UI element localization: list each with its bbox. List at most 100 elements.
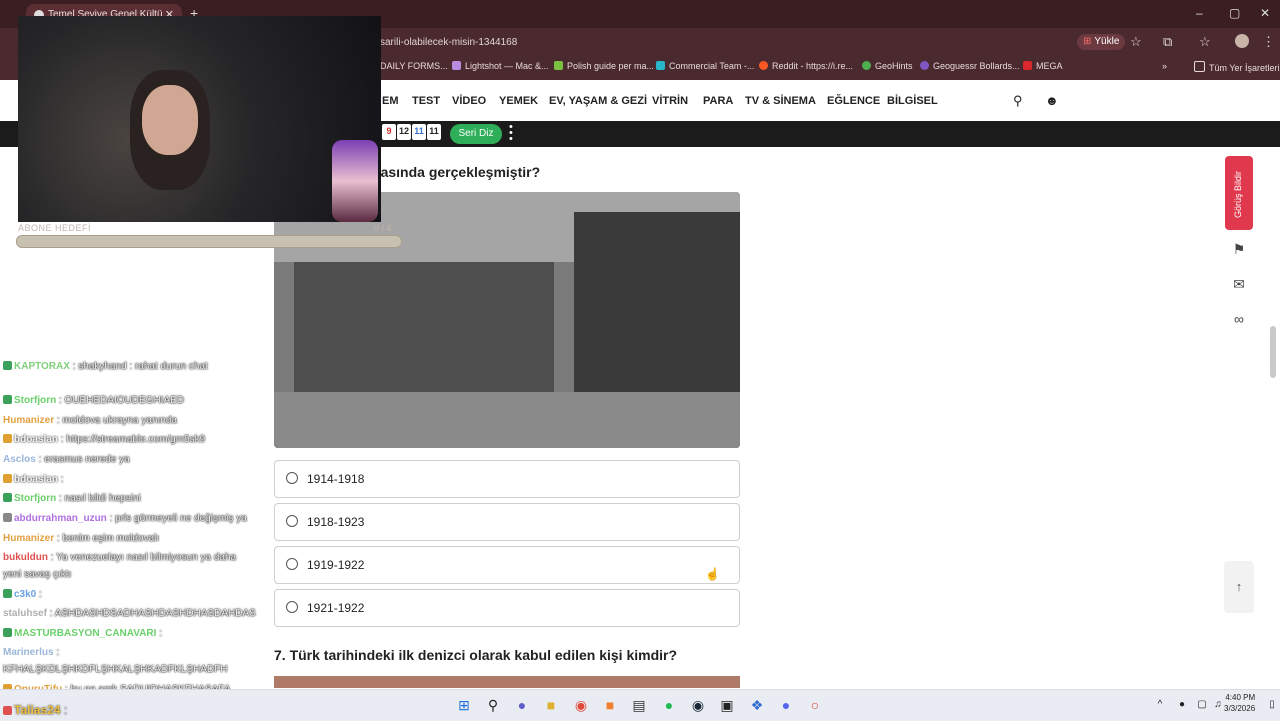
bookmark-item[interactable]: GeoHints (862, 61, 913, 71)
chat-message: bdoaslan : (3, 474, 63, 485)
bookmark-star-icon[interactable]: ☆ (1130, 34, 1142, 50)
share-icon[interactable]: ∞ (1230, 311, 1248, 329)
historic-soldiers-photo (274, 192, 740, 448)
spotify-icon[interactable]: ● (659, 695, 679, 715)
browser-menu-icon[interactable]: ⋮ (1262, 34, 1275, 50)
minimize-icon[interactable]: – (1196, 6, 1203, 20)
bookmarks-overflow-icon[interactable]: » (1162, 61, 1167, 71)
user-icon[interactable]: ☻ (1045, 93, 1059, 108)
bookmark-label: Reddit - https://i.re... (772, 61, 854, 71)
chat-username: bdoaslan (14, 474, 58, 485)
bookmark-item[interactable]: Polish guide per ma... (554, 61, 654, 71)
chat-badge-icon (3, 589, 12, 598)
nav-item-para[interactable]: PARA (703, 95, 733, 107)
answer-option[interactable]: 1918-1923 (274, 503, 740, 541)
commercial-team-icon (656, 61, 665, 70)
chat-text: : (159, 628, 162, 639)
score-tile: 11 (427, 124, 441, 140)
bookmark-item[interactable]: DAILY FORMS... (380, 61, 448, 71)
start-menu-icon[interactable]: ⊞ (454, 695, 474, 715)
bookmark-item[interactable]: Geoguessr Bollards... (920, 61, 1020, 71)
answer-label: 1914-1918 (307, 472, 365, 486)
hand-cursor-icon: ☝ (705, 567, 720, 581)
notifications-icon[interactable]: ▯ (1262, 695, 1280, 715)
microphone-icon[interactable]: ● (1172, 695, 1192, 715)
system-clock[interactable]: 4:40 PM 3/3/2026 (1224, 692, 1255, 714)
all-bookmarks-folder[interactable]: Tüm Yer İşaretleri (1194, 61, 1280, 73)
maximize-icon[interactable]: ▢ (1229, 6, 1240, 20)
nav-item-tv-sinema[interactable]: TV & SİNEMA (745, 95, 816, 107)
taskbar-search-icon[interactable]: ⚲ (483, 695, 503, 715)
nav-item-eglence[interactable]: EĞLENCE (827, 95, 880, 107)
chat-message: Humanizer : benim eşim moldovalı (3, 533, 159, 544)
tray-overflow-icon[interactable]: ^ (1150, 695, 1170, 715)
chat-message: staluhsef : ASHDASHDSADHASHDASHDHASDAHDA… (3, 608, 256, 619)
file-explorer-icon[interactable]: ■ (541, 695, 561, 715)
answer-option[interactable]: 1919-1922 ☝ (274, 546, 740, 584)
geoguessr-icon (920, 61, 929, 70)
chat-username: MASTURBASYON_CANAVARI (14, 628, 157, 639)
feedback-button[interactable]: Görüş Bildir (1225, 156, 1253, 230)
app-icon[interactable]: ▤ (629, 695, 649, 715)
nav-item-video[interactable]: VİDEO (452, 95, 486, 107)
chat-username: abdurrahman_uzun (14, 513, 107, 524)
seri-diz-button[interactable]: Seri Diz (450, 124, 502, 144)
feedback-label: Görüş Bildir (1233, 170, 1243, 218)
close-window-icon[interactable]: ✕ (1260, 6, 1270, 20)
chat-message: abdurrahman_uzun : prls görmeyeli ne değ… (3, 513, 247, 524)
bookmark-item[interactable]: Reddit - https://i.re... (759, 61, 853, 71)
nav-item-yemek[interactable]: YEMEK (499, 95, 538, 107)
chat-message: KAPTORAX : shakyhand : rahat durun chat (3, 361, 208, 372)
score-tile: 11 (412, 124, 426, 140)
scroll-to-top-button[interactable]: ↑ (1224, 561, 1254, 613)
chat-username: Asclos (3, 454, 36, 465)
chat-username: Humanizer (3, 533, 55, 544)
bookmark-item[interactable]: MEGA (1023, 61, 1063, 71)
app-icon[interactable]: ○ (805, 695, 825, 715)
chat-text: yeni savaş çıktı (3, 569, 72, 580)
lightshot-icon (452, 61, 461, 70)
extensions-icon[interactable]: ⧉ (1163, 34, 1172, 50)
bookmark-add-icon[interactable]: ⚑ (1230, 241, 1248, 259)
nav-item[interactable]: EM (382, 95, 399, 107)
epic-games-icon[interactable]: ▣ (717, 695, 737, 715)
install-label: Yükle (1094, 36, 1120, 47)
search-icon[interactable]: ⚲ (1013, 93, 1023, 109)
nav-item-test[interactable]: TEST (412, 95, 440, 107)
nav-item-bilgisel[interactable]: BİLGİSEL (887, 95, 938, 107)
comments-icon[interactable]: ✉ (1230, 276, 1248, 294)
more-options-icon[interactable]: • • • (509, 122, 513, 145)
bookmark-item[interactable]: Commercial Team -... (656, 61, 754, 71)
nav-item-vitrin[interactable]: VİTRİN (652, 95, 688, 107)
page-scrollbar[interactable] (1270, 326, 1276, 378)
bookmark-item[interactable]: Lightshot — Mac &... (452, 61, 549, 71)
url-field[interactable]: sarili-olabilecek-misin-1344168 (380, 37, 517, 48)
chrome-icon[interactable]: ◉ (571, 695, 591, 715)
answer-option[interactable]: 1914-1918 (274, 460, 740, 498)
chat-text: : (39, 589, 42, 600)
steam-icon[interactable]: ◉ (688, 695, 708, 715)
radio-icon (286, 515, 298, 527)
chat-username: Storfjorn (14, 395, 57, 406)
discord-icon[interactable]: ● (776, 695, 796, 715)
radio-icon (286, 558, 298, 570)
chat-text: : ASHDASHDSADHASHDASHDHASDAHDAS (49, 608, 256, 619)
chat-message-continued: yeni savaş çıktı (3, 569, 71, 580)
bookmark-label: DAILY FORMS... (380, 61, 448, 71)
score-tile: 12 (397, 124, 411, 140)
reading-list-icon[interactable]: ☆ (1199, 34, 1211, 50)
bookmark-label: Lightshot — Mac &... (465, 61, 549, 71)
score-tile: 9 (382, 124, 396, 140)
chat-text: : erasmus nerede ya (38, 454, 130, 465)
install-icon: ⊞ (1083, 36, 1092, 47)
answer-option[interactable]: 1921-1922 (274, 589, 740, 627)
install-app-button[interactable]: ⊞ Yükle (1077, 34, 1126, 50)
chat-badge-icon (3, 513, 12, 522)
chat-message: Storfjorn : OUEHEDAIOUDEGHIAED (3, 395, 184, 406)
profile-avatar[interactable] (1235, 34, 1249, 48)
teams-icon[interactable]: ● (512, 695, 532, 715)
app-icon[interactable]: ■ (600, 695, 620, 715)
app-icon[interactable]: ❖ (747, 695, 767, 715)
nav-item-ev-yasam[interactable]: EV, YAŞAM & GEZİ (549, 95, 647, 107)
chat-text: : moldova ukrayna yanında (56, 415, 177, 426)
